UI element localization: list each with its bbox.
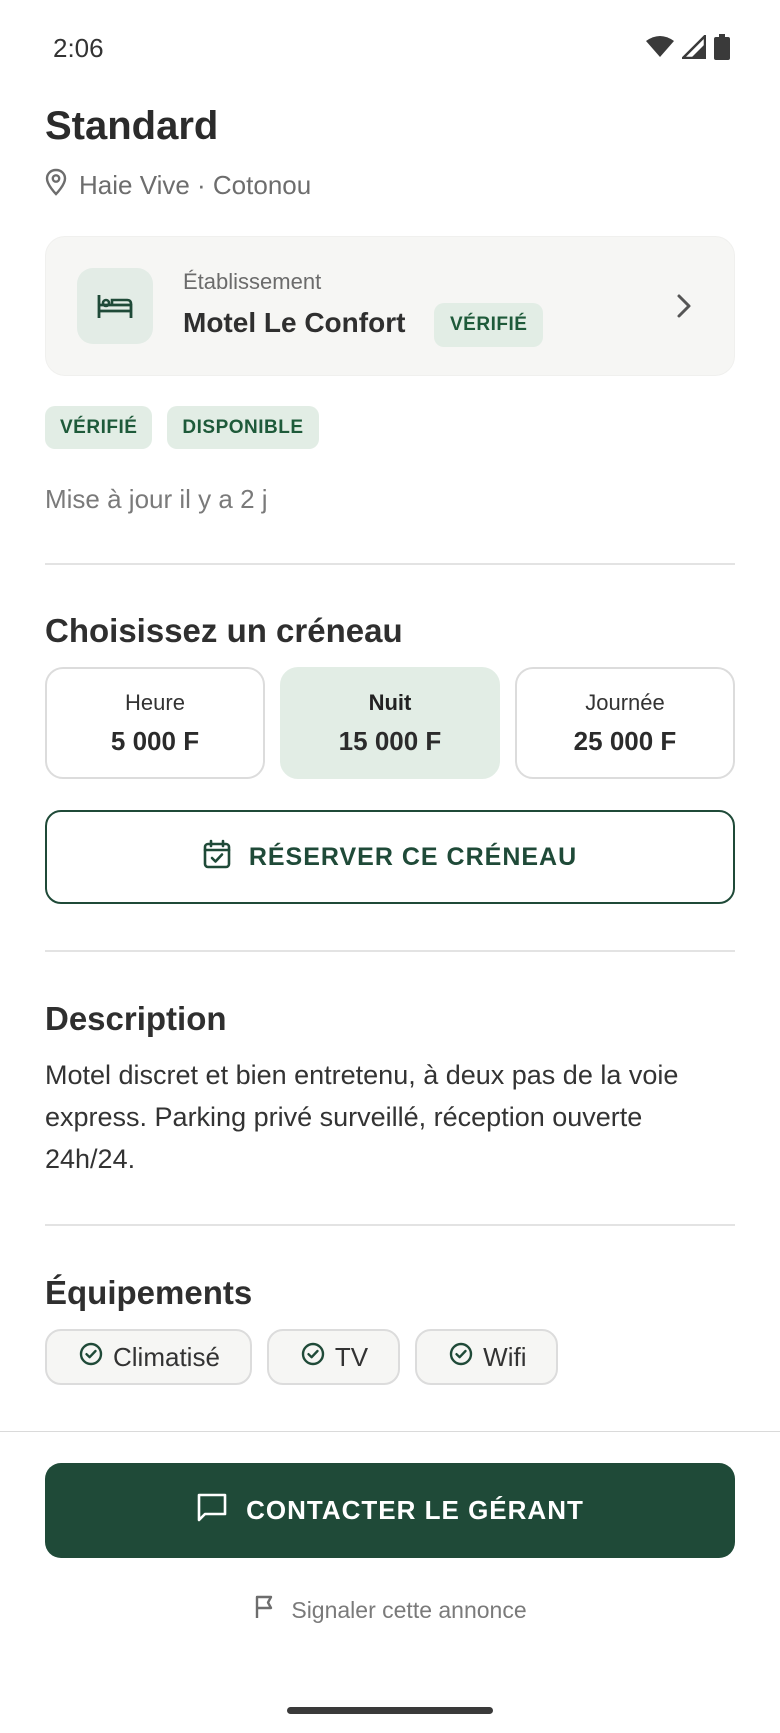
message-icon (196, 1492, 228, 1529)
amenity-label: TV (334, 1341, 369, 1372)
establishment-name: Motel Le Confort (183, 307, 406, 338)
amenity-label: Wifi (483, 1341, 527, 1372)
available-badge: DISPONIBLE (167, 406, 319, 449)
signal-icon (682, 35, 706, 59)
slot-price: 5 000 F (110, 725, 200, 756)
slot-options: Heure 5 000 F Nuit 15 000 F Journée 25 0… (45, 667, 735, 779)
calendar-check-icon (203, 839, 231, 876)
slot-name: Nuit (368, 689, 412, 715)
bottom-bar-divider (0, 1431, 780, 1432)
divider (45, 563, 735, 565)
room-title: Standard (45, 104, 219, 148)
divider (45, 1224, 735, 1226)
slot-option-journee[interactable]: Journée 25 000 F (515, 667, 735, 779)
chevron-right-icon (674, 291, 694, 326)
establishment-label: Établissement (183, 269, 322, 294)
slot-name: Journée (585, 689, 665, 715)
slot-option-heure[interactable]: Heure 5 000 F (45, 667, 265, 779)
report-listing-link[interactable]: Signaler cette annonce (0, 1594, 780, 1626)
description-text: Motel discret et bien entretenu, à deux … (45, 1060, 679, 1174)
reserve-label: RÉSERVER CE CRÉNEAU (248, 842, 578, 871)
report-label: Signaler cette annonce (291, 1596, 527, 1623)
slot-price: 25 000 F (573, 725, 677, 756)
slot-price: 15 000 F (338, 725, 442, 756)
amenity-chip: TV (266, 1329, 401, 1385)
check-circle-icon (449, 1342, 473, 1373)
contact-label: CONTACTER LE GÉRANT (246, 1495, 584, 1525)
home-indicator[interactable] (287, 1707, 493, 1714)
location: Haie Vive · Cotonou (45, 168, 311, 203)
location-text: Haie Vive · Cotonou (79, 170, 312, 200)
verified-badge: VÉRIFIÉ (45, 406, 153, 449)
establishment-card[interactable]: Établissement Motel Le Confort VÉRIFIÉ (45, 236, 735, 376)
slots-title: Choisissez un créneau (45, 612, 403, 649)
description-title: Description (45, 1000, 227, 1037)
amenity-chip: Wifi (415, 1329, 559, 1385)
updated-text: Mise à jour il y a 2 j (45, 484, 268, 514)
wifi-icon (646, 36, 674, 58)
amenity-chip: Climatisé (45, 1329, 252, 1385)
slot-option-nuit[interactable]: Nuit 15 000 F (280, 667, 500, 779)
establishment-verified-badge: VÉRIFIÉ (434, 303, 544, 347)
status-time: 2:06 (53, 33, 104, 63)
reserve-slot-button[interactable]: RÉSERVER CE CRÉNEAU (45, 810, 735, 904)
status-badges: VÉRIFIÉ DISPONIBLE (45, 406, 319, 449)
amenity-label: Climatisé (113, 1341, 220, 1372)
amenities-list: Climatisé TV Wifi (45, 1329, 559, 1385)
divider (45, 950, 735, 952)
check-circle-icon (79, 1342, 103, 1373)
battery-icon (714, 34, 730, 60)
bed-icon (77, 268, 153, 344)
slot-name: Heure (125, 689, 185, 715)
amenities-title: Équipements (45, 1274, 253, 1311)
map-pin-icon (45, 168, 67, 203)
status-icons (646, 34, 730, 60)
flag-icon (253, 1594, 277, 1626)
status-bar: 2:06 (0, 0, 780, 96)
check-circle-icon (301, 1342, 325, 1373)
contact-manager-button[interactable]: CONTACTER LE GÉRANT (45, 1463, 735, 1558)
